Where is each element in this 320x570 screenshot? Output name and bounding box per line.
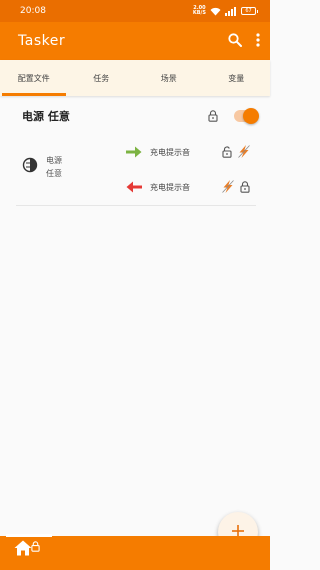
- context-power[interactable]: 电源 任意: [22, 154, 66, 180]
- enter-task-row[interactable]: 充电提示音: [126, 143, 250, 162]
- context-label: 电源 任意: [46, 156, 62, 178]
- bottom-bar: [0, 536, 270, 570]
- tab-tasks[interactable]: 任务: [68, 60, 136, 96]
- app-title: Tasker: [18, 33, 66, 49]
- profile-name[interactable]: 电源 任意: [22, 108, 208, 124]
- home-button[interactable]: [14, 540, 40, 560]
- network-speed: 2.00 KB/S: [193, 6, 206, 16]
- status-icons: 2.00 KB/S 67: [193, 6, 258, 16]
- unlock-icon[interactable]: [222, 143, 232, 162]
- battery-icon: 67: [241, 7, 258, 15]
- toggle-knob: [243, 108, 259, 124]
- tab-profiles[interactable]: 配置文件: [0, 60, 68, 96]
- signal-icon: [225, 6, 237, 16]
- lock-icon[interactable]: [240, 178, 250, 197]
- exit-task-row[interactable]: 充电提示音: [126, 178, 250, 197]
- status-bar: 20:08 2.00 KB/S 67: [0, 0, 270, 22]
- lightning-icon[interactable]: [222, 178, 234, 197]
- profile-enable-toggle[interactable]: [234, 108, 259, 124]
- profile-header[interactable]: 电源 任意: [0, 102, 270, 130]
- search-icon[interactable]: [228, 32, 242, 51]
- status-time: 20:08: [20, 6, 46, 16]
- tab-bar: 配置文件 任务 场景 变量: [0, 60, 270, 96]
- home-indicator: [6, 534, 52, 537]
- arrow-right-icon: [126, 143, 142, 162]
- profile-card: 电源 任意 充电提示音 充电提示音: [16, 132, 256, 206]
- battery-level: 67: [241, 7, 256, 15]
- lightning-icon[interactable]: [238, 143, 250, 162]
- home-lock-icon: [31, 537, 40, 556]
- wifi-icon: [210, 7, 221, 16]
- tab-scenes[interactable]: 场景: [135, 60, 203, 96]
- enter-task-name[interactable]: 充电提示音: [150, 147, 222, 158]
- more-vert-icon[interactable]: [256, 32, 260, 51]
- tab-variables[interactable]: 变量: [203, 60, 271, 96]
- lock-icon[interactable]: [208, 107, 218, 126]
- app-bar: Tasker: [0, 22, 270, 60]
- power-icon: [22, 157, 38, 177]
- arrow-left-icon: [126, 178, 142, 197]
- exit-task-name[interactable]: 充电提示音: [150, 182, 222, 193]
- network-speed-unit: KB/S: [192, 10, 206, 16]
- home-icon: [14, 540, 32, 560]
